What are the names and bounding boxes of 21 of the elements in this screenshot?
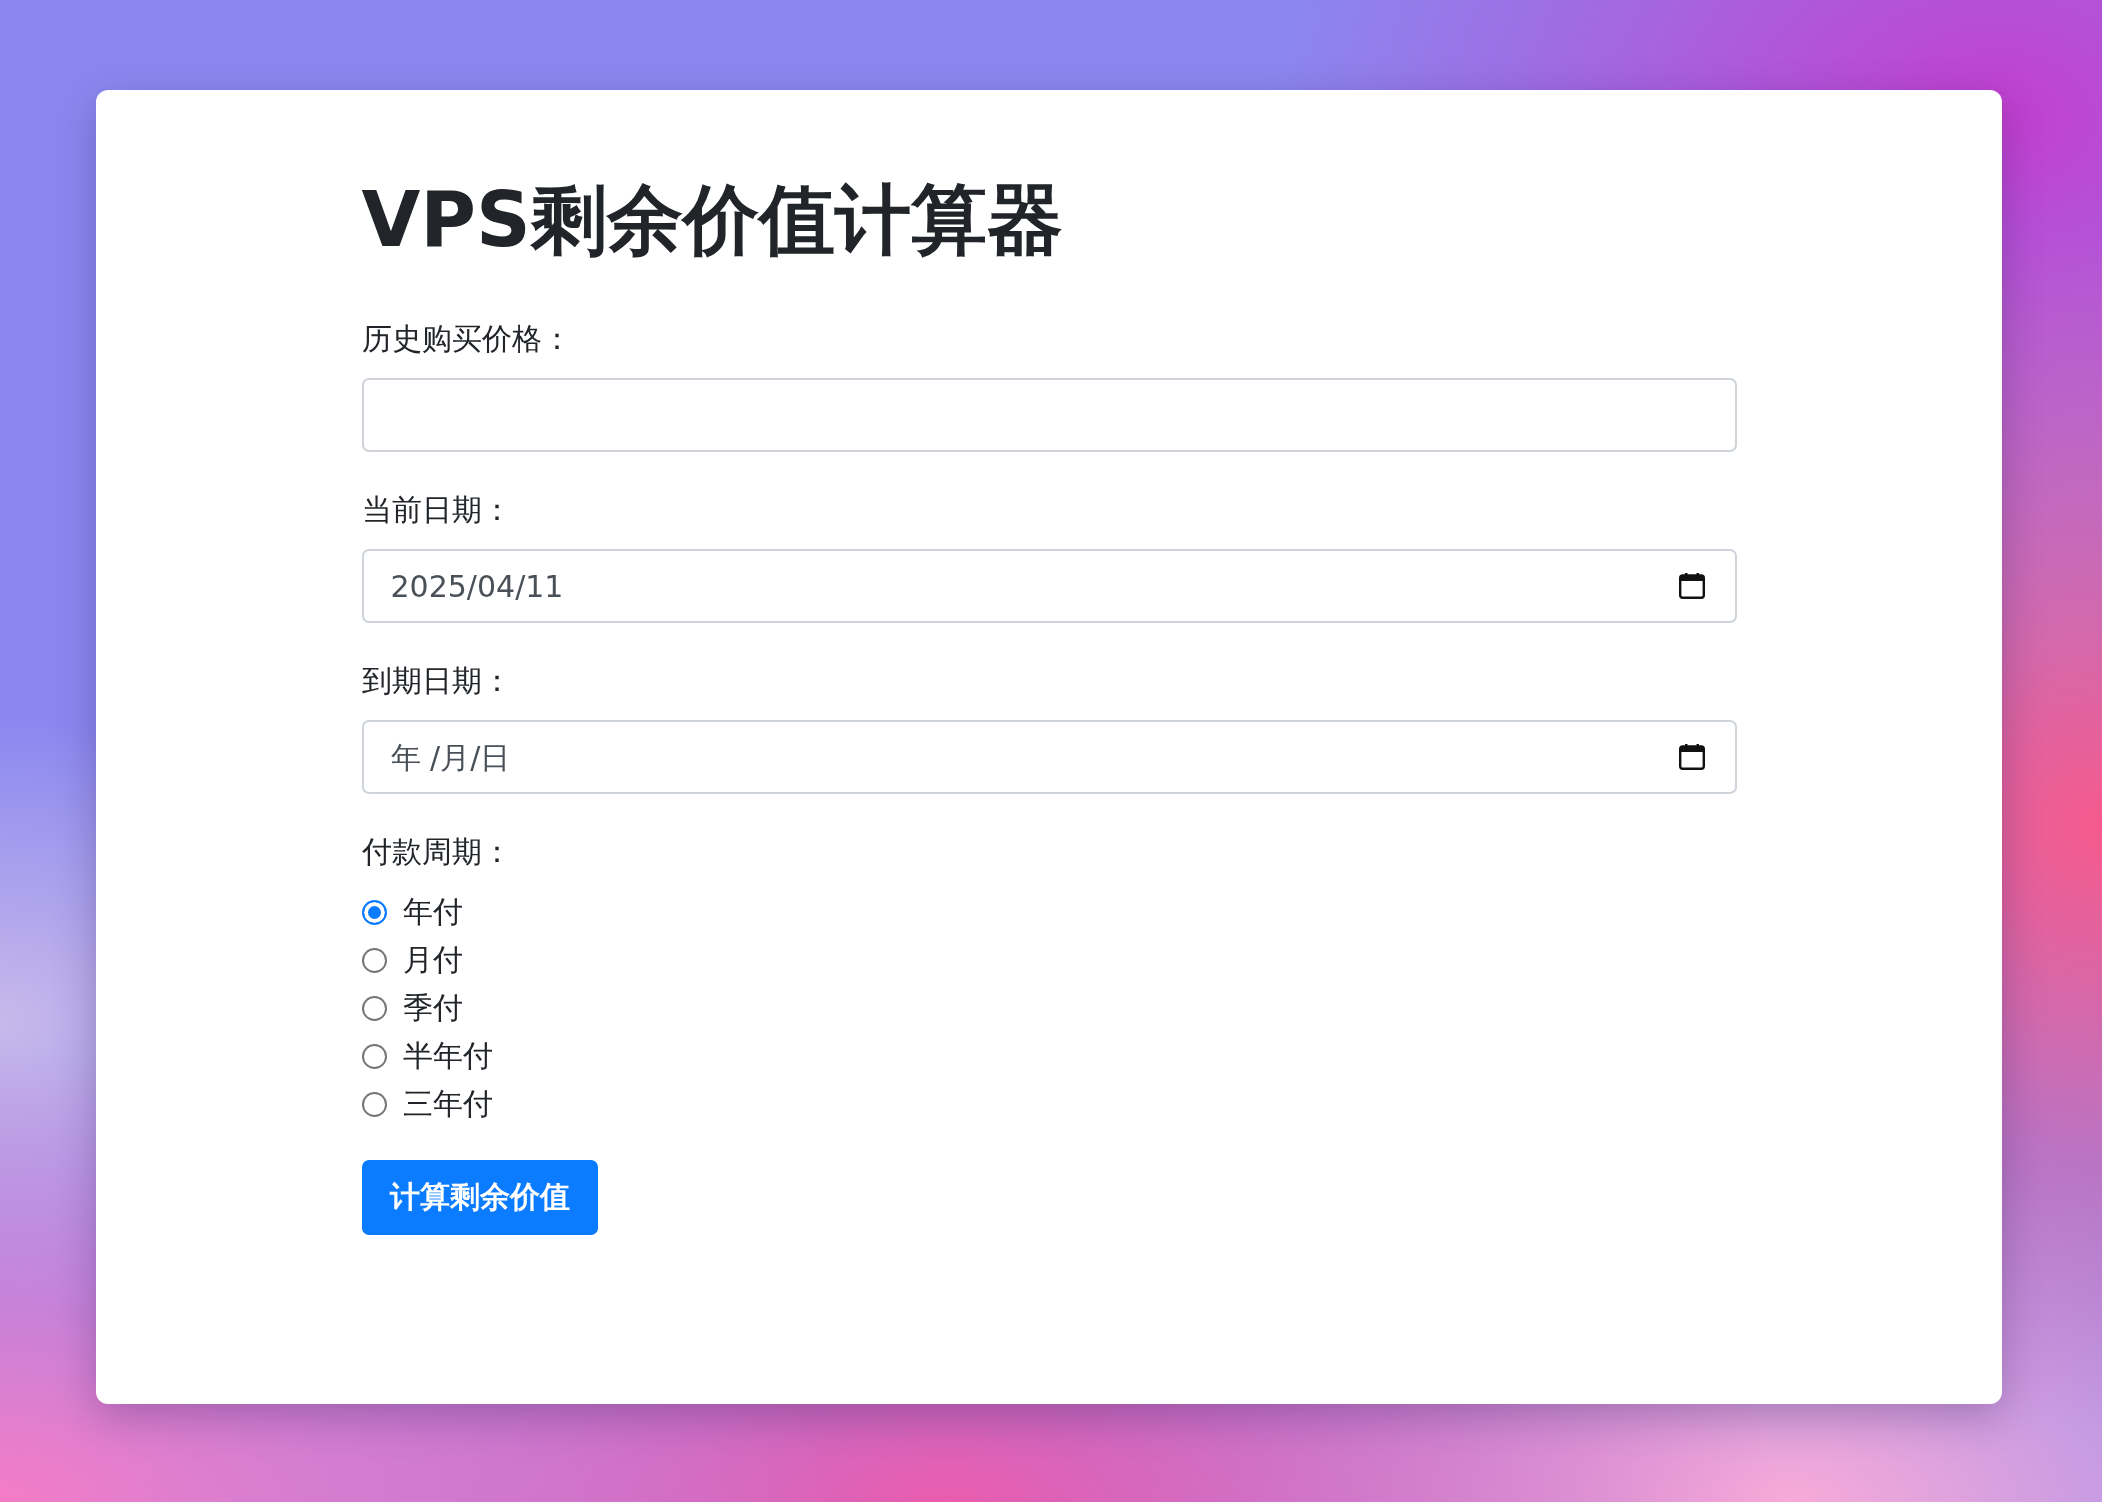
radio-button[interactable] xyxy=(361,899,387,925)
field-label: 付款周期： xyxy=(361,833,512,871)
radio-button[interactable] xyxy=(361,1043,387,1069)
date-input[interactable]: 年 /月/日 xyxy=(361,720,1737,794)
radio-label[interactable]: 三年付 xyxy=(402,1084,493,1124)
radio-label[interactable]: 月付 xyxy=(402,940,463,980)
page-title: VPS剩余价值计算器 xyxy=(361,174,1064,265)
calendar-icon[interactable] xyxy=(1678,573,1705,599)
radio-button[interactable] xyxy=(361,995,387,1021)
radio-button[interactable] xyxy=(361,1091,387,1117)
radio-label[interactable]: 半年付 xyxy=(402,1036,493,1076)
radio-label[interactable]: 季付 xyxy=(402,988,463,1028)
calculate-button[interactable]: 计算剩余价值 xyxy=(361,1160,598,1235)
field-label: 历史购买价格： xyxy=(361,320,572,358)
field-label: 当前日期： xyxy=(361,491,512,529)
radio-button[interactable] xyxy=(361,947,387,973)
radio-label[interactable]: 年付 xyxy=(402,892,463,932)
price-input[interactable] xyxy=(361,378,1737,452)
field-label: 到期日期： xyxy=(361,662,512,700)
date-input[interactable]: 2025/04/11 xyxy=(361,549,1737,623)
calendar-icon[interactable] xyxy=(1678,744,1705,770)
